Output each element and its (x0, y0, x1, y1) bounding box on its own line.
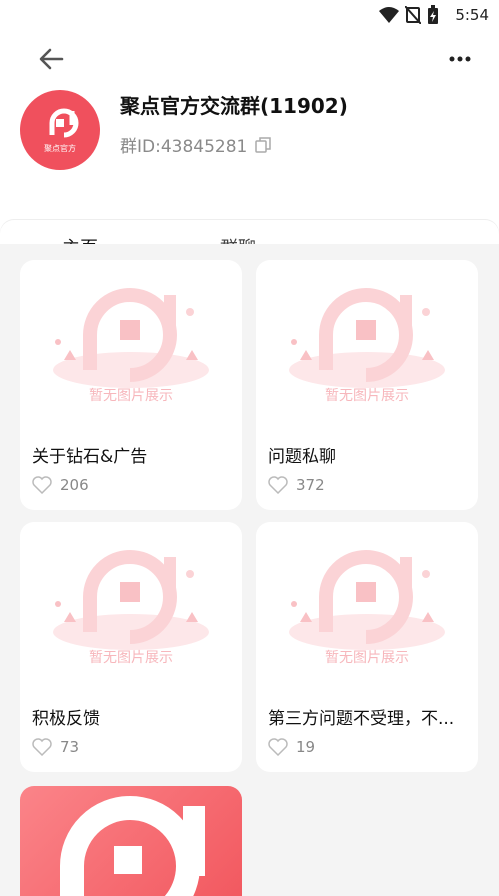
status-time: 5:54 (455, 6, 489, 24)
post-card-brand-image[interactable] (20, 786, 242, 896)
like-count: 19 (296, 738, 316, 756)
no-sim-icon (405, 6, 421, 24)
post-card[interactable]: 暂无图片展示 积极反馈 73 (20, 522, 242, 772)
battery-charging-icon (428, 5, 438, 24)
like-row: 206 (32, 476, 89, 494)
group-header: 聚点官方 聚点官方交流群(11902) 群ID:43845281 主页 群聊 (0, 30, 499, 274)
placeholder-text: 暂无图片展示 (89, 388, 173, 404)
arrow-left-icon[interactable] (34, 42, 68, 76)
like-row: 73 (32, 738, 79, 756)
avatar-label: 聚点官方 (44, 143, 76, 153)
brand-logo-icon (60, 796, 205, 896)
post-title: 问题私聊 (268, 447, 336, 467)
post-card[interactable]: 暂无图片展示 问题私聊 372 (256, 260, 478, 510)
like-count: 206 (60, 476, 89, 494)
heart-icon[interactable] (32, 476, 52, 494)
group-id: 群ID:43845281 (120, 137, 248, 157)
copy-icon[interactable] (255, 136, 272, 153)
group-id-row: 群ID:43845281 (120, 132, 272, 157)
like-row: 372 (268, 476, 325, 494)
heart-icon[interactable] (32, 738, 52, 756)
post-grid: 暂无图片展示 关于钻石&广告 206 暂无图片展示 问题私聊 372 暂无图片展… (0, 244, 499, 896)
group-avatar: 聚点官方 (20, 90, 100, 170)
post-card[interactable]: 暂无图片展示 关于钻石&广告 206 (20, 260, 242, 510)
like-count: 372 (296, 476, 325, 494)
post-title: 积极反馈 (32, 709, 100, 729)
brand-logo-icon (49, 108, 79, 137)
like-row: 19 (268, 738, 315, 756)
group-name: 聚点官方交流群(11902) (120, 94, 348, 118)
status-icons (379, 5, 439, 25)
placeholder-text: 暂无图片展示 (89, 650, 173, 666)
more-dots-icon[interactable] (447, 46, 473, 72)
placeholder-text: 暂无图片展示 (325, 650, 409, 666)
wifi-icon (379, 7, 399, 23)
post-card[interactable]: 暂无图片展示 第三方问题不受理，不... 19 (256, 522, 478, 772)
heart-icon[interactable] (268, 738, 288, 756)
post-title: 第三方问题不受理，不... (268, 709, 455, 729)
heart-icon[interactable] (268, 476, 288, 494)
like-count: 73 (60, 738, 80, 756)
placeholder-text: 暂无图片展示 (325, 388, 409, 404)
post-title: 关于钻石&广告 (32, 447, 148, 467)
status-bar: 5:54 (0, 0, 499, 30)
